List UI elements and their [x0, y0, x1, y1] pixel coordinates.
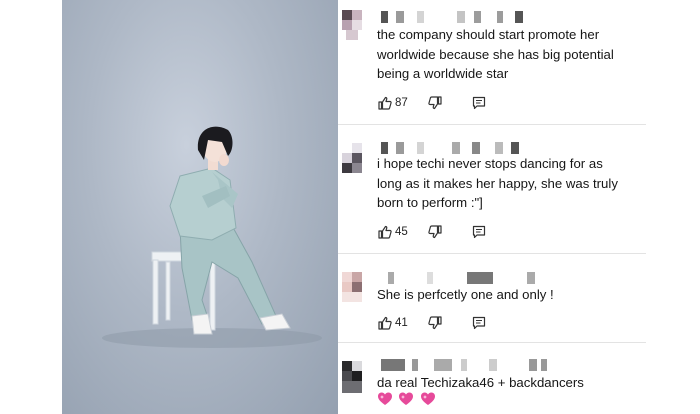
thumbs-up-icon[interactable] — [378, 316, 392, 330]
reply-icon[interactable] — [472, 96, 486, 110]
comment-item: the company should start promote her wor… — [338, 0, 646, 124]
avatar[interactable] — [340, 270, 364, 306]
like-count: 87 — [395, 97, 408, 109]
comment-text: She is perfcetly one and only ! — [377, 287, 554, 302]
thumbs-down-icon[interactable] — [428, 316, 442, 330]
avatar[interactable] — [340, 141, 364, 177]
comment-item: She is perfcetly one and only ! 41 — [338, 254, 646, 342]
photo-panel — [62, 0, 338, 414]
comments-panel: the company should start promote her wor… — [338, 0, 646, 414]
comment-item: da real Techizaka46 + backdancers — [338, 343, 646, 414]
comment-actions: 41 — [378, 316, 640, 332]
avatar[interactable] — [340, 359, 364, 395]
sparkling-heart-icon — [378, 392, 392, 405]
thumbs-up-icon[interactable] — [378, 225, 392, 239]
emoji-hearts — [377, 391, 437, 407]
thumbs-up-icon[interactable] — [378, 96, 392, 110]
like-count: 41 — [395, 317, 408, 329]
thumbs-down-icon[interactable] — [428, 96, 442, 110]
sparkling-heart-icon — [420, 392, 435, 405]
comment-actions: 45 — [378, 225, 640, 241]
comment-item: i hope techi never stops dancing for as … — [338, 125, 646, 253]
like-count: 45 — [395, 226, 408, 238]
comment-text: i hope techi never stops dancing for as … — [377, 156, 618, 210]
sparkling-heart-icon — [399, 392, 414, 405]
reply-icon[interactable] — [472, 316, 486, 330]
comment-text: da real Techizaka46 + backdancers — [377, 375, 584, 390]
reply-icon[interactable] — [472, 225, 486, 239]
comment-actions: 87 — [378, 96, 640, 112]
thumbs-down-icon[interactable] — [428, 225, 442, 239]
seated-person-photo — [102, 126, 322, 348]
avatar[interactable] — [340, 8, 364, 44]
comment-text: the company should start promote her wor… — [377, 27, 614, 81]
